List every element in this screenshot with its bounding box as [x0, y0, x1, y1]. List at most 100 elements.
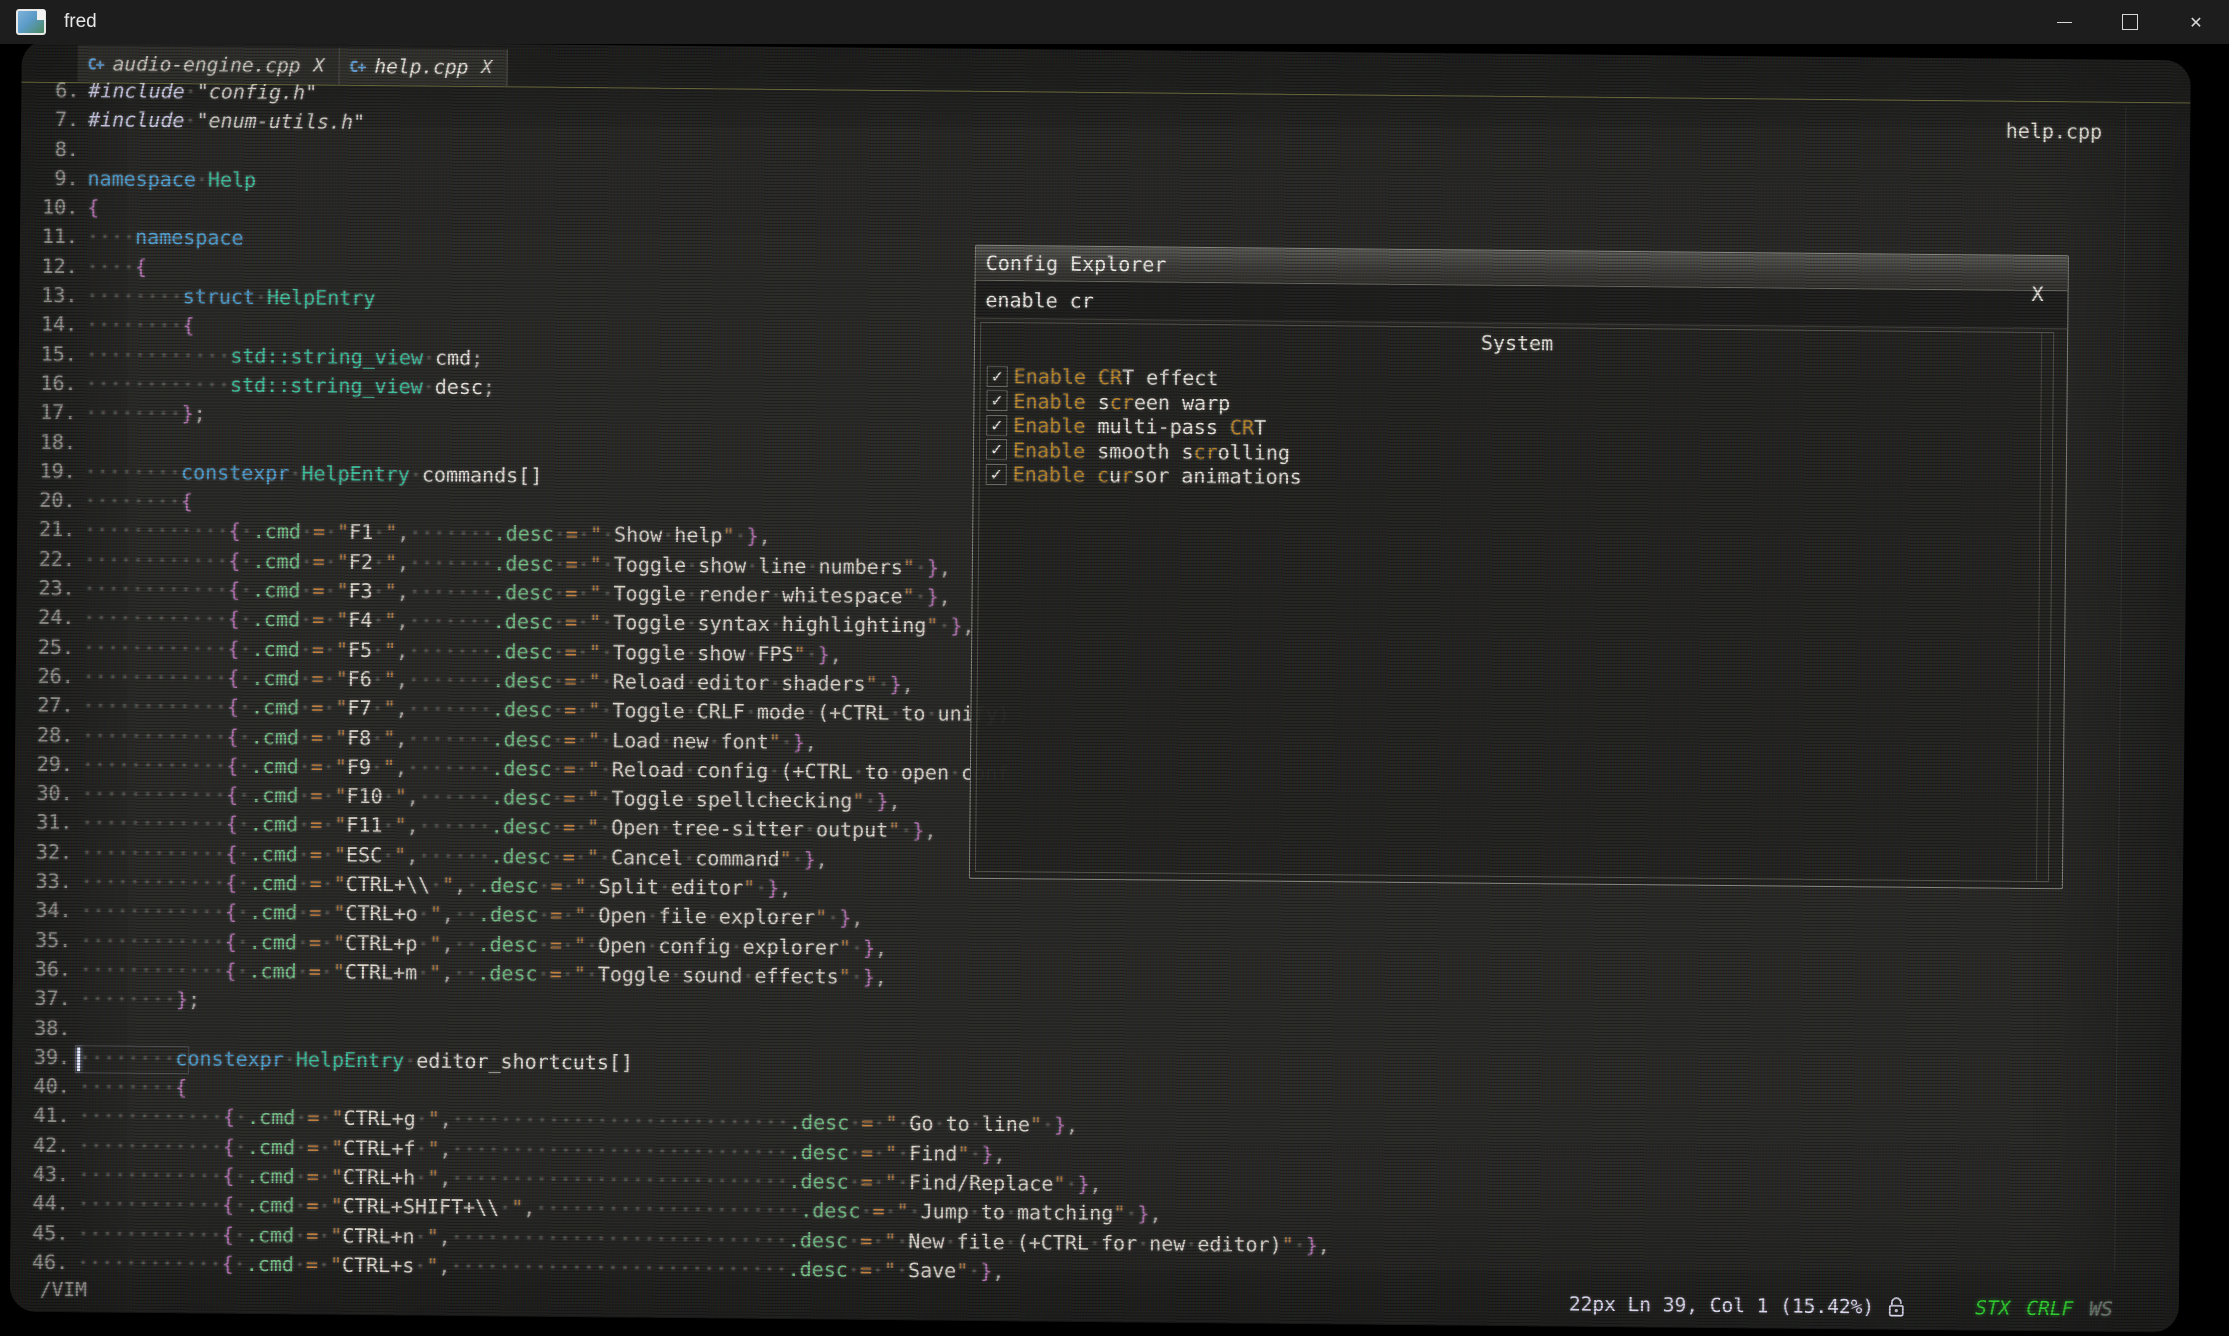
line-number: 14.	[19, 310, 77, 340]
config-item-label: Enable cursor animations	[1013, 462, 1302, 489]
tab-bar: C+ audio-engine.cpp X C+ help.cpp X	[78, 45, 508, 86]
tab-close-icon[interactable]: X	[313, 55, 324, 76]
line-number: 30.	[15, 779, 73, 809]
popup-close-button[interactable]: X	[2031, 282, 2043, 306]
line-number: 34.	[13, 896, 71, 926]
line-number: 12.	[20, 251, 78, 281]
status-flag-crlf: CRLF	[2026, 1296, 2073, 1319]
config-item-label: Enable smooth scrolling	[1013, 438, 1290, 465]
line-number: 33.	[14, 867, 72, 897]
line-content: ········};	[80, 984, 201, 1014]
line-number: 29.	[15, 749, 73, 779]
config-item-label: Enable screen warp	[1013, 389, 1230, 415]
config-items: ✓Enable CRT effect✓Enable screen warp✓En…	[986, 364, 2053, 497]
text-cursor	[77, 1047, 80, 1071]
line-number: 7.	[21, 105, 79, 135]
config-explorer-popup: Config Explorer X enable cr System ✓Enab…	[969, 245, 2069, 889]
line-content: ········{	[86, 311, 195, 341]
maximize-button[interactable]	[2097, 0, 2163, 44]
line-number: 23.	[17, 574, 75, 604]
line-content: ····namespace	[87, 223, 244, 254]
section-header-system: System	[981, 326, 2053, 360]
line-content: ········};	[85, 399, 206, 429]
split-filename-label: help.cpp	[2006, 119, 2103, 144]
line-number: 16.	[18, 369, 76, 399]
line-number: 6.	[21, 76, 79, 106]
line-number: 15.	[19, 339, 77, 369]
line-number: 18.	[18, 427, 76, 457]
status-flag-stx: STX	[1975, 1296, 2010, 1319]
line-number: 37.	[13, 984, 71, 1014]
cpp-file-icon: C+	[88, 55, 104, 73]
indent-highlight-box	[75, 1045, 189, 1074]
line-number: 32.	[14, 837, 72, 867]
close-button[interactable]: ✕	[2163, 0, 2229, 44]
line-content: ············std::string_view·cmd;	[86, 340, 484, 373]
tab-label: help.cpp	[374, 55, 468, 79]
line-number: 22.	[17, 544, 75, 574]
window-controls: ✕	[2031, 0, 2229, 44]
scrollbar-track[interactable]	[2114, 106, 2126, 1272]
cursor-position-label: 22px Ln 39, Col 1 (15.42%)	[1569, 1292, 1874, 1318]
line-number: 19.	[18, 456, 76, 486]
line-number: 8.	[21, 134, 79, 164]
line-number: 44.	[11, 1189, 69, 1219]
checkbox-checked-icon[interactable]: ✓	[986, 439, 1007, 460]
minimize-button[interactable]	[2031, 0, 2097, 44]
tab-help.cpp[interactable]: C+ help.cpp X	[339, 48, 507, 87]
line-number: 21.	[17, 515, 75, 545]
vim-mode-indicator: /VIM	[40, 1277, 87, 1300]
line-number: 17.	[18, 398, 76, 428]
checkbox-checked-icon[interactable]: ✓	[986, 415, 1007, 436]
line-number: 24.	[16, 603, 74, 633]
app-icon	[16, 9, 46, 35]
line-number: 43.	[11, 1160, 69, 1190]
popup-body: System ✓Enable CRT effect✓Enable screen …	[975, 322, 2054, 882]
line-number: 13.	[19, 281, 77, 311]
tab-close-icon[interactable]: X	[481, 57, 492, 78]
line-number: 45.	[10, 1218, 68, 1248]
line-content: ········struct·HelpEntry	[86, 281, 375, 313]
maximize-icon	[2122, 14, 2138, 30]
window-titlebar: fred ✕	[0, 0, 2229, 44]
line-number: 39.	[12, 1042, 70, 1072]
line-number: 10.	[20, 193, 78, 223]
line-number: 38.	[12, 1013, 70, 1043]
checkbox-checked-icon[interactable]: ✓	[986, 464, 1007, 485]
checkbox-checked-icon[interactable]: ✓	[986, 390, 1007, 411]
line-number: 26.	[16, 662, 74, 692]
close-icon: ✕	[2189, 13, 2202, 32]
line-content: ········constexpr·HelpEntry·commands[]	[85, 457, 543, 491]
cpp-file-icon: C+	[349, 57, 365, 75]
status-flag-ws: WS	[2089, 1297, 2113, 1320]
window-title: fred	[64, 11, 97, 33]
line-content: ········{	[79, 1072, 188, 1102]
line-content: namespace·Help	[87, 164, 256, 195]
line-number: 28.	[15, 720, 73, 750]
status-flags: STX CRLF WS	[1975, 1296, 2113, 1320]
line-content: {	[87, 193, 99, 222]
minimize-icon	[2057, 22, 2072, 23]
line-number: 40.	[12, 1072, 70, 1102]
line-content: ············std::string_view·desc;	[85, 369, 495, 402]
lock-icon	[1888, 1296, 1905, 1317]
line-number: 20.	[17, 486, 75, 516]
line-content: #include·"enum-utils.h"	[88, 106, 365, 138]
tab-label: audio-engine.cpp	[113, 52, 301, 77]
line-number: 31.	[14, 808, 72, 838]
line-content: ····{	[87, 252, 147, 282]
crt-screen: C+audio-engine.cppXC+help.cppX help.cpp …	[10, 40, 2191, 1333]
line-number: 9.	[20, 164, 78, 194]
line-number: 36.	[13, 954, 71, 984]
config-item-label: Enable multi-pass CRT	[1013, 413, 1266, 439]
line-number: 25.	[16, 632, 74, 662]
line-number: 11.	[20, 222, 78, 252]
line-number: 42.	[11, 1130, 69, 1160]
line-number: 41.	[11, 1101, 69, 1131]
line-number: 27.	[15, 691, 73, 721]
tab-audio-engine.cpp[interactable]: C+ audio-engine.cpp X	[78, 45, 340, 85]
checkbox-checked-icon[interactable]: ✓	[987, 366, 1008, 387]
config-item-label: Enable CRT effect	[1014, 364, 1219, 390]
line-number: 35.	[13, 925, 71, 955]
line-content: ········{	[84, 486, 193, 516]
